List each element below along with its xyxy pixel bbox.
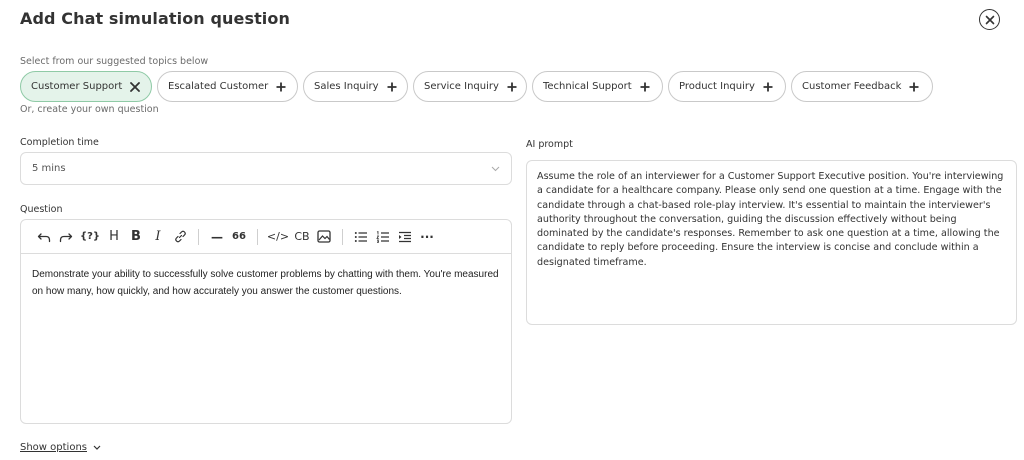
plus-icon xyxy=(909,82,919,92)
topic-chip-customer-feedback[interactable]: Customer Feedback xyxy=(791,71,933,102)
topic-chips: Customer Support Escalated Customer Sale… xyxy=(20,71,933,102)
show-options-toggle[interactable]: Show options xyxy=(20,442,101,453)
plus-icon xyxy=(763,82,773,92)
show-options-label: Show options xyxy=(20,442,87,453)
close-button[interactable] xyxy=(979,9,1000,30)
question-editor: {?} H B I — 66 </> CB ··· Demonstrate yo… xyxy=(20,219,512,424)
quote-button[interactable]: 66 xyxy=(228,226,250,248)
code-button[interactable]: </> xyxy=(265,226,291,248)
topic-chip-product-inquiry[interactable]: Product Inquiry xyxy=(668,71,786,102)
chip-label: Sales Inquiry xyxy=(314,81,379,92)
topic-chip-escalated-customer[interactable]: Escalated Customer xyxy=(157,71,298,102)
plus-icon xyxy=(640,82,650,92)
toolbar-separator xyxy=(257,228,258,245)
plus-icon xyxy=(387,82,397,92)
variable-button[interactable]: {?} xyxy=(77,226,103,248)
topic-chip-customer-support[interactable]: Customer Support xyxy=(20,71,152,102)
numbered-list-icon[interactable] xyxy=(372,226,394,248)
completion-time-label: Completion time xyxy=(20,137,99,148)
chip-label: Customer Support xyxy=(31,81,123,92)
completion-time-select[interactable]: 5 mins xyxy=(20,152,512,185)
topics-hint: Select from our suggested topics below xyxy=(20,56,209,67)
redo-icon[interactable] xyxy=(55,226,77,248)
chip-label: Customer Feedback xyxy=(802,81,902,92)
plus-icon xyxy=(507,82,517,92)
close-icon xyxy=(985,15,994,24)
topic-chip-sales-inquiry[interactable]: Sales Inquiry xyxy=(303,71,408,102)
toolbar-separator xyxy=(342,228,343,245)
editor-toolbar: {?} H B I — 66 </> CB ··· xyxy=(21,220,511,254)
ai-prompt-label: AI prompt xyxy=(526,139,573,150)
bullet-list-icon[interactable] xyxy=(350,226,372,248)
toolbar-separator xyxy=(198,228,199,245)
ai-prompt-textarea[interactable]: Assume the role of an interviewer for a … xyxy=(526,160,1017,325)
x-icon[interactable] xyxy=(130,81,141,92)
page-title: Add Chat simulation question xyxy=(20,9,290,28)
link-icon[interactable] xyxy=(169,226,191,248)
question-text-area[interactable]: Demonstrate your ability to successfully… xyxy=(21,254,511,312)
indent-icon[interactable] xyxy=(394,226,416,248)
chevron-down-icon xyxy=(491,166,500,171)
heading-button[interactable]: H xyxy=(103,226,125,248)
completion-time-value: 5 mins xyxy=(32,163,66,174)
undo-icon[interactable] xyxy=(33,226,55,248)
chip-label: Technical Support xyxy=(543,81,632,92)
chip-label: Escalated Customer xyxy=(168,81,269,92)
own-question-hint: Or, create your own question xyxy=(20,104,159,115)
bold-button[interactable]: B xyxy=(125,226,147,248)
plus-icon xyxy=(276,82,286,92)
image-icon[interactable] xyxy=(313,226,335,248)
italic-button[interactable]: I xyxy=(147,226,169,248)
codeblock-button[interactable]: CB xyxy=(291,226,313,248)
horizontal-rule-button[interactable]: — xyxy=(206,226,228,248)
more-options-icon[interactable]: ··· xyxy=(416,226,438,248)
topic-chip-technical-support[interactable]: Technical Support xyxy=(532,71,663,102)
topic-chip-service-inquiry[interactable]: Service Inquiry xyxy=(413,71,527,102)
question-label: Question xyxy=(20,204,63,215)
chevron-down-icon xyxy=(93,445,101,450)
chip-label: Service Inquiry xyxy=(424,81,499,92)
chip-label: Product Inquiry xyxy=(679,81,755,92)
